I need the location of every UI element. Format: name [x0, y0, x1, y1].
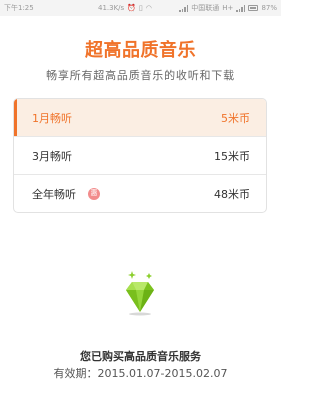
- network-type: H+: [222, 4, 234, 12]
- alarm-icon: ⏰: [127, 4, 136, 12]
- option-label: 1月畅听: [32, 111, 72, 125]
- status-right: 中国联通 H+ 87%: [179, 3, 277, 13]
- page-title: 超高品质音乐: [85, 40, 196, 61]
- option-price: 48米币: [214, 187, 250, 201]
- vibrate-icon: ▯: [138, 4, 143, 12]
- battery-level: 87%: [261, 4, 277, 12]
- option-3-months[interactable]: 3月畅听 15米币: [14, 137, 266, 175]
- option-label: 全年畅听: [32, 187, 76, 201]
- wifi-icon: ◠: [145, 4, 152, 12]
- status-time: 下午1:25: [4, 4, 34, 12]
- status-network: 41.3K/s ⏰ ▯ ◠: [98, 4, 152, 12]
- signal-icon-2: [236, 4, 246, 12]
- battery-icon: [248, 5, 259, 11]
- option-1-year[interactable]: 全年畅听 惠 48米币: [14, 175, 266, 212]
- status-bar: 下午1:25 41.3K/s ⏰ ▯ ◠ 中国联通 H+ 87%: [0, 0, 281, 16]
- signal-icon: [179, 4, 189, 12]
- option-price: 15米币: [214, 149, 250, 163]
- carrier-name: 中国联通: [191, 4, 220, 12]
- option-1-month[interactable]: 1月畅听 5米币: [14, 99, 266, 137]
- network-speed: 41.3K/s: [98, 4, 125, 12]
- page-subtitle: 畅享所有超高品质音乐的收听和下载: [46, 69, 235, 82]
- diamond-icon: [118, 270, 162, 316]
- discount-badge: 惠: [88, 187, 100, 200]
- option-price: 5米币: [221, 111, 250, 125]
- purchase-status: 您已购买高品质音乐服务: [80, 350, 201, 363]
- subscription-options: 1月畅听 5米币 3月畅听 15米币 全年畅听 惠 48米币: [13, 98, 267, 213]
- validity-period: 有效期：2015.01.07-2015.02.07: [53, 367, 228, 380]
- option-label: 3月畅听: [32, 149, 72, 163]
